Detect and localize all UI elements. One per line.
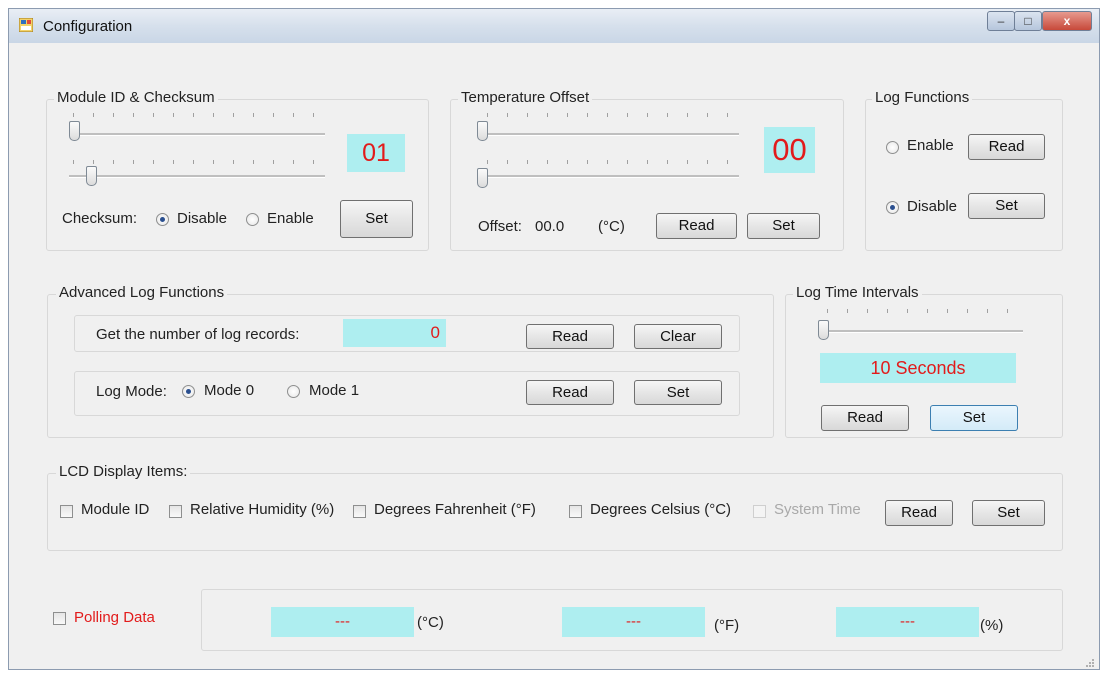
lcd-read-button[interactable]: Read [885, 500, 953, 526]
checksum-disable-label[interactable]: Disable [177, 210, 227, 227]
records-clear-button[interactable]: Clear [634, 324, 722, 349]
minimize-button[interactable]: – [987, 11, 1015, 31]
temperature-offset-group-title: Temperature Offset [458, 89, 593, 106]
offset-slider-track[interactable] [477, 133, 739, 136]
checksum-slider-track[interactable] [69, 175, 325, 178]
offset-unit: (°C) [598, 218, 625, 235]
log-functions-group [865, 99, 1063, 251]
module-slider-1-ticks [73, 113, 325, 117]
mode1-label[interactable]: Mode 1 [309, 382, 359, 399]
offset-fine-slider-thumb[interactable] [477, 168, 488, 188]
lcd-humidity-label[interactable]: Relative Humidity (%) [190, 501, 334, 518]
configuration-window: Configuration – □ x Module ID & Checksum… [8, 8, 1100, 670]
lcd-fahrenheit-label[interactable]: Degrees Fahrenheit (°F) [374, 501, 536, 518]
offset-value: 00.0 [535, 218, 565, 235]
module-id-slider-thumb[interactable] [69, 121, 80, 141]
log-intervals-group-title: Log Time Intervals [793, 284, 922, 301]
humidity-unit: (%) [980, 617, 1004, 634]
mode-read-button[interactable]: Read [526, 380, 614, 405]
log-records-label: Get the number of log records: [96, 326, 300, 343]
checksum-enable-label[interactable]: Enable [267, 210, 314, 227]
mode0-label[interactable]: Mode 0 [204, 382, 254, 399]
fahrenheit-unit: (°F) [714, 617, 740, 634]
close-icon: x [1063, 14, 1071, 28]
fahrenheit-display: --- [562, 607, 705, 637]
log-functions-group-title: Log Functions [872, 89, 973, 106]
polling-data-label[interactable]: Polling Data [74, 609, 155, 626]
interval-set-button[interactable]: Set [930, 405, 1018, 431]
lcd-system-time-label[interactable]: System Time [774, 501, 861, 518]
interval-slider-track[interactable] [818, 330, 1023, 333]
mode0-radio[interactable] [182, 385, 195, 398]
lcd-module-id-checkbox[interactable] [60, 505, 73, 518]
lcd-celsius-checkbox[interactable] [569, 505, 582, 518]
lcd-humidity-checkbox[interactable] [169, 505, 182, 518]
lcd-module-id-label[interactable]: Module ID [81, 501, 149, 518]
checksum-disable-radio[interactable] [156, 213, 169, 226]
offset-label: Offset: [478, 218, 522, 235]
interval-slider-thumb[interactable] [818, 320, 829, 340]
minimize-icon: – [997, 14, 1005, 28]
polling-data-checkbox[interactable] [53, 612, 66, 625]
offset-fine-slider-track[interactable] [477, 175, 739, 178]
module-id-group-title: Module ID & Checksum [54, 89, 218, 106]
log-set-button[interactable]: Set [968, 193, 1045, 219]
mode-set-button[interactable]: Set [634, 380, 722, 405]
title-bar[interactable]: Configuration – □ x [9, 9, 1099, 43]
log-enable-radio[interactable] [886, 141, 899, 154]
offset-slider-2-ticks [487, 160, 739, 164]
offset-set-button[interactable]: Set [747, 213, 820, 239]
log-read-button[interactable]: Read [968, 134, 1045, 160]
lcd-display-group-title: LCD Display Items: [56, 463, 191, 480]
log-records-display: 0 [343, 319, 446, 347]
maximize-button[interactable]: □ [1014, 11, 1042, 31]
temperature-offset-display: 00 [764, 127, 815, 173]
interval-slider-ticks [827, 309, 1023, 313]
advanced-log-group-title: Advanced Log Functions [56, 284, 228, 301]
checksum-label: Checksum: [62, 210, 138, 227]
log-enable-label[interactable]: Enable [907, 137, 954, 154]
module-id-slider-track[interactable] [69, 133, 325, 136]
checksum-slider-thumb[interactable] [86, 166, 97, 186]
records-read-button[interactable]: Read [526, 324, 614, 349]
app-icon [19, 18, 33, 32]
interval-read-button[interactable]: Read [821, 405, 909, 431]
module-set-button[interactable]: Set [340, 200, 413, 238]
celsius-unit: (°C) [417, 614, 444, 631]
lcd-celsius-label[interactable]: Degrees Celsius (°C) [590, 501, 731, 518]
log-mode-label: Log Mode: [96, 383, 167, 400]
maximize-icon: □ [1024, 14, 1032, 28]
client-area: Module ID & Checksum 01 Checksum: Disabl… [9, 43, 1099, 669]
resize-grip-icon[interactable] [1085, 658, 1095, 668]
module-slider-2-ticks [73, 160, 325, 164]
module-id-display: 01 [347, 134, 405, 172]
close-button[interactable]: x [1042, 11, 1092, 31]
lcd-set-button[interactable]: Set [972, 500, 1045, 526]
lcd-system-time-checkbox[interactable] [753, 505, 766, 518]
humidity-display: --- [836, 607, 979, 637]
mode1-radio[interactable] [287, 385, 300, 398]
log-disable-radio[interactable] [886, 201, 899, 214]
celsius-display: --- [271, 607, 414, 637]
checksum-enable-radio[interactable] [246, 213, 259, 226]
log-disable-label[interactable]: Disable [907, 198, 957, 215]
lcd-fahrenheit-checkbox[interactable] [353, 505, 366, 518]
offset-slider-1-ticks [487, 113, 739, 117]
offset-slider-thumb[interactable] [477, 121, 488, 141]
offset-read-button[interactable]: Read [656, 213, 737, 239]
window-title: Configuration [43, 18, 133, 35]
interval-display: 10 Seconds [820, 353, 1016, 383]
